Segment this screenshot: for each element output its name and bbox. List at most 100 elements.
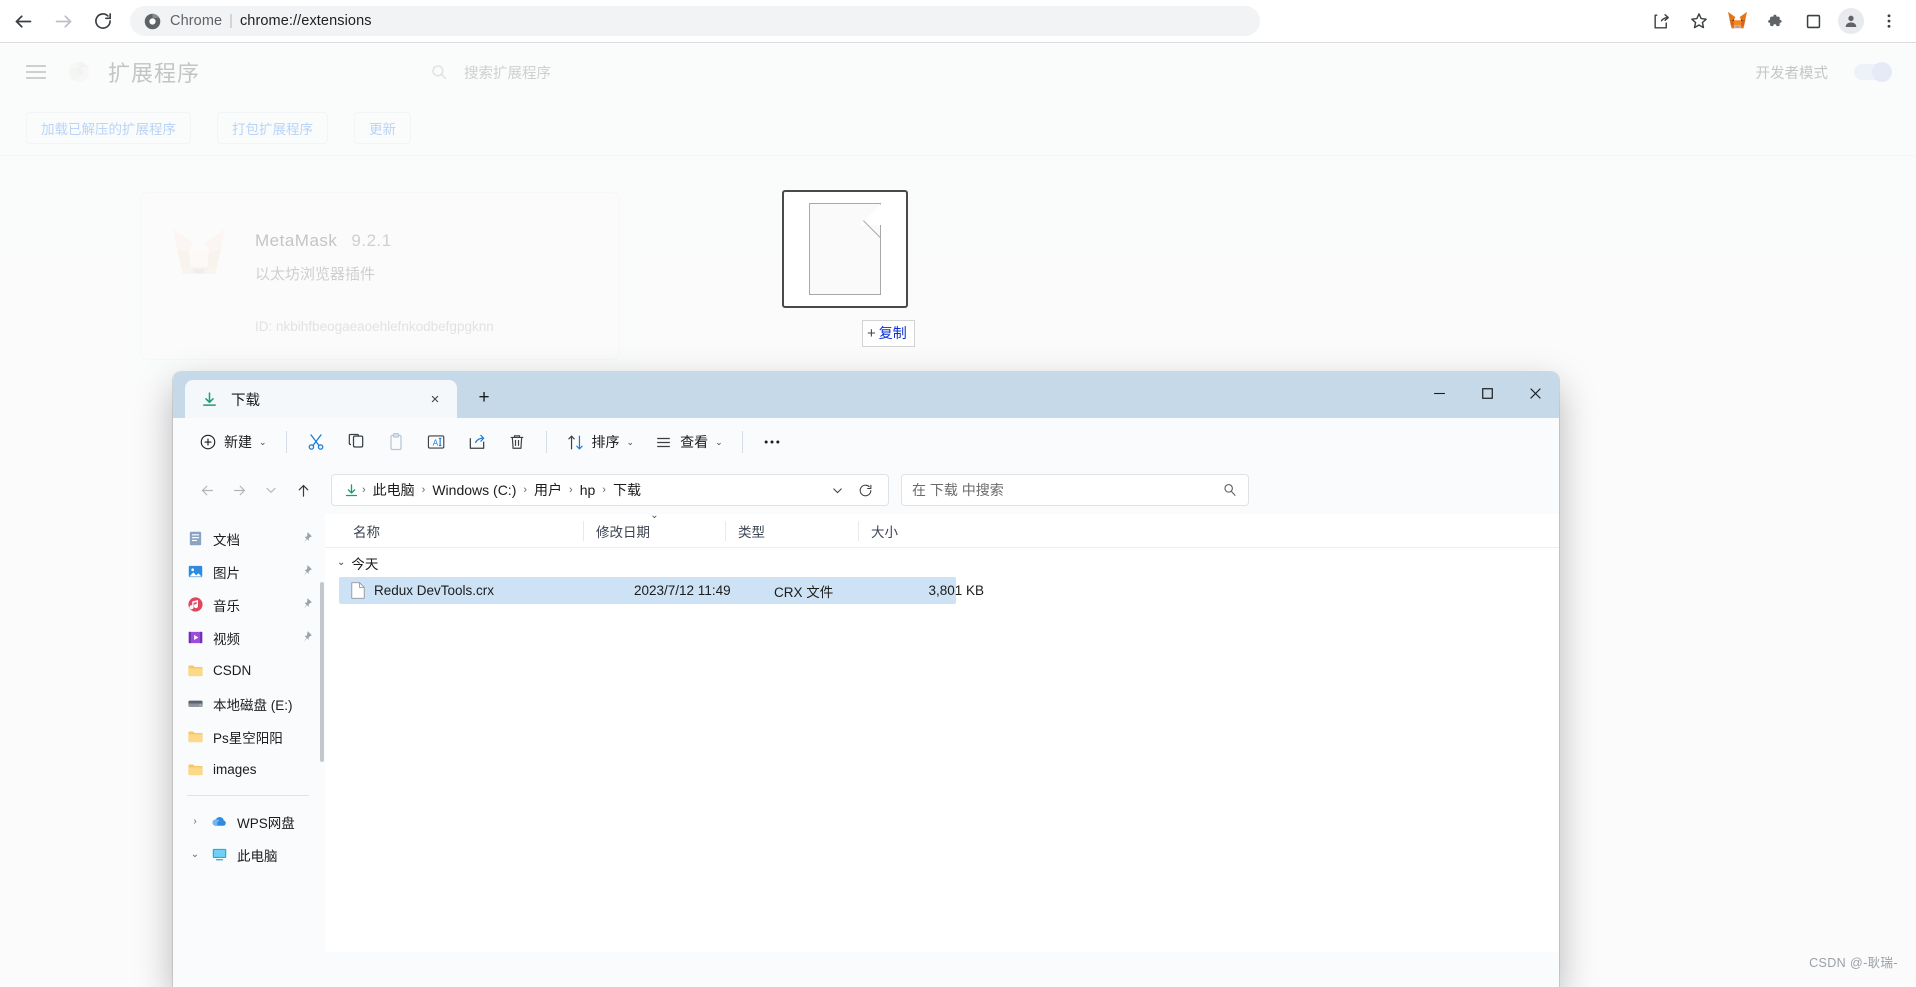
pin-icon[interactable] [300, 531, 313, 544]
load-unpacked-button[interactable]: 加载已解压的扩展程序 [26, 111, 191, 144]
extension-name: MetaMask 9.2.1 [255, 231, 392, 251]
sidebar-item-ps-folder[interactable]: Ps星空阳阳 [173, 720, 325, 753]
reload-button[interactable] [86, 4, 120, 38]
paste-button[interactable] [376, 425, 416, 459]
folder-icon [188, 665, 203, 677]
group-header-label: 今天 [351, 556, 379, 572]
scissors-icon [308, 434, 323, 450]
column-header-date-modified[interactable]: ⌄ 修改日期 [583, 510, 725, 541]
copy-button[interactable] [336, 425, 376, 459]
chevron-down-icon [266, 487, 276, 493]
chevron-down-icon: ⌄ [715, 436, 723, 447]
sidebar-item-videos[interactable]: 视频 [173, 621, 325, 654]
nav-back-button[interactable] [191, 474, 223, 506]
up-one-level-button[interactable] [287, 474, 319, 506]
download-icon [345, 483, 358, 496]
sidebar-item-music[interactable]: 音乐 [173, 588, 325, 621]
extension-card-metamask[interactable]: MetaMask 9.2.1 以太坊浏览器插件 ID: nkbihfbeogaea… [140, 192, 620, 360]
sidebar-item-local-disk-e[interactable]: 本地磁盘 (E:) [173, 687, 325, 720]
table-row[interactable]: Redux DevTools.crx 2023/7/12 11:49 CRX 文… [339, 577, 984, 604]
extension-id-value: nkbihfbeogaeaoehlefnkodbefgpgknn [276, 319, 494, 334]
profile-button[interactable] [1834, 4, 1868, 38]
search-icon [1224, 484, 1236, 497]
recent-locations-button[interactable] [255, 474, 287, 506]
watermark: CSDN @-耿瑞- [1809, 956, 1898, 970]
extensions-search-placeholder: 搜索扩展程序 [464, 65, 552, 82]
chrome-menu-button[interactable] [1872, 4, 1906, 38]
breadcrumb-dropdown-button[interactable] [824, 477, 850, 503]
crumb-hp[interactable]: hp [574, 482, 602, 498]
chrome-logo-icon [68, 61, 90, 83]
pin-icon[interactable] [300, 564, 313, 577]
sidebar-item-csdn[interactable]: CSDN [173, 654, 325, 687]
crumb-this-pc[interactable]: 此电脑 [367, 480, 421, 500]
sort-button[interactable]: 排序 ⌄ [556, 425, 645, 459]
forward-arrow-icon [233, 485, 245, 495]
developer-mode-label: 开发者模式 [1755, 65, 1829, 82]
chrome-menu-icon [1887, 14, 1891, 28]
forward-arrow-icon [55, 14, 71, 28]
group-header-today[interactable]: ⌄ 今天 [325, 548, 1559, 577]
sidebar-item-pictures[interactable]: 图片 [173, 555, 325, 588]
breadcrumb[interactable]: › 此电脑 › Windows (C:) › 用户 › hp › 下载 [331, 474, 889, 506]
close-icon [1529, 387, 1541, 399]
pack-extension-button[interactable]: 打包扩展程序 [217, 111, 328, 144]
rename-button[interactable]: A [416, 425, 457, 459]
pin-icon[interactable] [300, 597, 313, 610]
metamask-extension-button[interactable] [1720, 4, 1754, 38]
new-tab-button[interactable]: + [467, 381, 501, 415]
new-button[interactable]: 新建 ⌄ [189, 425, 277, 459]
more-options-button[interactable] [752, 425, 792, 459]
refresh-button[interactable] [850, 477, 880, 503]
sidebar-item-this-pc[interactable]: ⌄ 此电脑 [173, 838, 325, 871]
nav-forward-button[interactable] [223, 474, 255, 506]
update-extensions-button[interactable]: 更新 [354, 111, 411, 144]
share-button[interactable] [457, 425, 497, 459]
column-header-size[interactable]: 大小 [858, 520, 963, 541]
crumb-windows-c[interactable]: Windows (C:) [426, 482, 522, 498]
column-header-name[interactable]: 名称 [325, 521, 583, 541]
crumb-downloads[interactable]: 下载 [607, 480, 647, 500]
forward-button[interactable] [46, 4, 80, 38]
view-button[interactable]: 查看 ⌄ [644, 425, 733, 459]
extensions-search[interactable]: 搜索扩展程序 [430, 62, 551, 83]
tab-close-icon[interactable]: × [423, 387, 447, 411]
sidebar-label: 文档 [213, 532, 240, 548]
chevron-down-icon: ⌄ [626, 436, 635, 447]
address-bar[interactable]: Chrome | chrome://extensions [130, 6, 1260, 36]
search-input[interactable] [912, 482, 1222, 498]
sidebar-item-images[interactable]: images [173, 753, 325, 786]
menu-hamburger-icon[interactable] [26, 65, 46, 79]
extensions-menu-button[interactable] [1758, 4, 1792, 38]
omnibox-url: chrome://extensions [239, 13, 372, 29]
share-button[interactable] [1644, 4, 1678, 38]
toolbar-right-icons [1642, 4, 1916, 38]
person-icon [1845, 15, 1857, 27]
sidebar-item-wps-cloud[interactable]: › WPS网盘 [173, 805, 325, 838]
file-list-pane: 名称 ⌄ 修改日期 类型 大小 ⌄ 今天 Redux DevTools.crx … [325, 510, 1559, 952]
explorer-tab-downloads[interactable]: 下载 × [185, 380, 457, 418]
maximize-button[interactable] [1463, 372, 1511, 414]
extension-id: ID: nkbihfbeogaeaoehlefnkodbefgpgknn [255, 319, 494, 334]
sidebar-item-documents[interactable]: 文档 [173, 522, 325, 555]
crumb-users[interactable]: 用户 [528, 480, 568, 500]
developer-mode-toggle[interactable] [1854, 62, 1892, 82]
file-name-cell: Redux DevTools.crx [374, 583, 495, 598]
file-type-cell: CRX 文件 [774, 584, 834, 600]
column-header-type[interactable]: 类型 [725, 520, 858, 541]
sidebar-label: WPS网盘 [237, 815, 295, 831]
developer-mode-group[interactable]: 开发者模式 [1755, 62, 1892, 83]
bookmark-button[interactable] [1682, 4, 1716, 38]
side-panel-button[interactable] [1796, 4, 1830, 38]
delete-button[interactable] [497, 425, 537, 459]
sidebar-scrollbar[interactable] [320, 582, 324, 762]
back-button[interactable] [6, 4, 40, 38]
pin-icon[interactable] [300, 630, 313, 643]
search-box[interactable] [901, 474, 1249, 506]
close-button[interactable] [1511, 372, 1559, 414]
minimize-button[interactable] [1415, 372, 1463, 414]
toolbar-separator-3 [741, 431, 743, 453]
expander-collapsed-icon[interactable]: › [187, 816, 203, 827]
cut-button[interactable] [296, 425, 336, 459]
expander-expanded-icon[interactable]: ⌄ [187, 849, 203, 860]
